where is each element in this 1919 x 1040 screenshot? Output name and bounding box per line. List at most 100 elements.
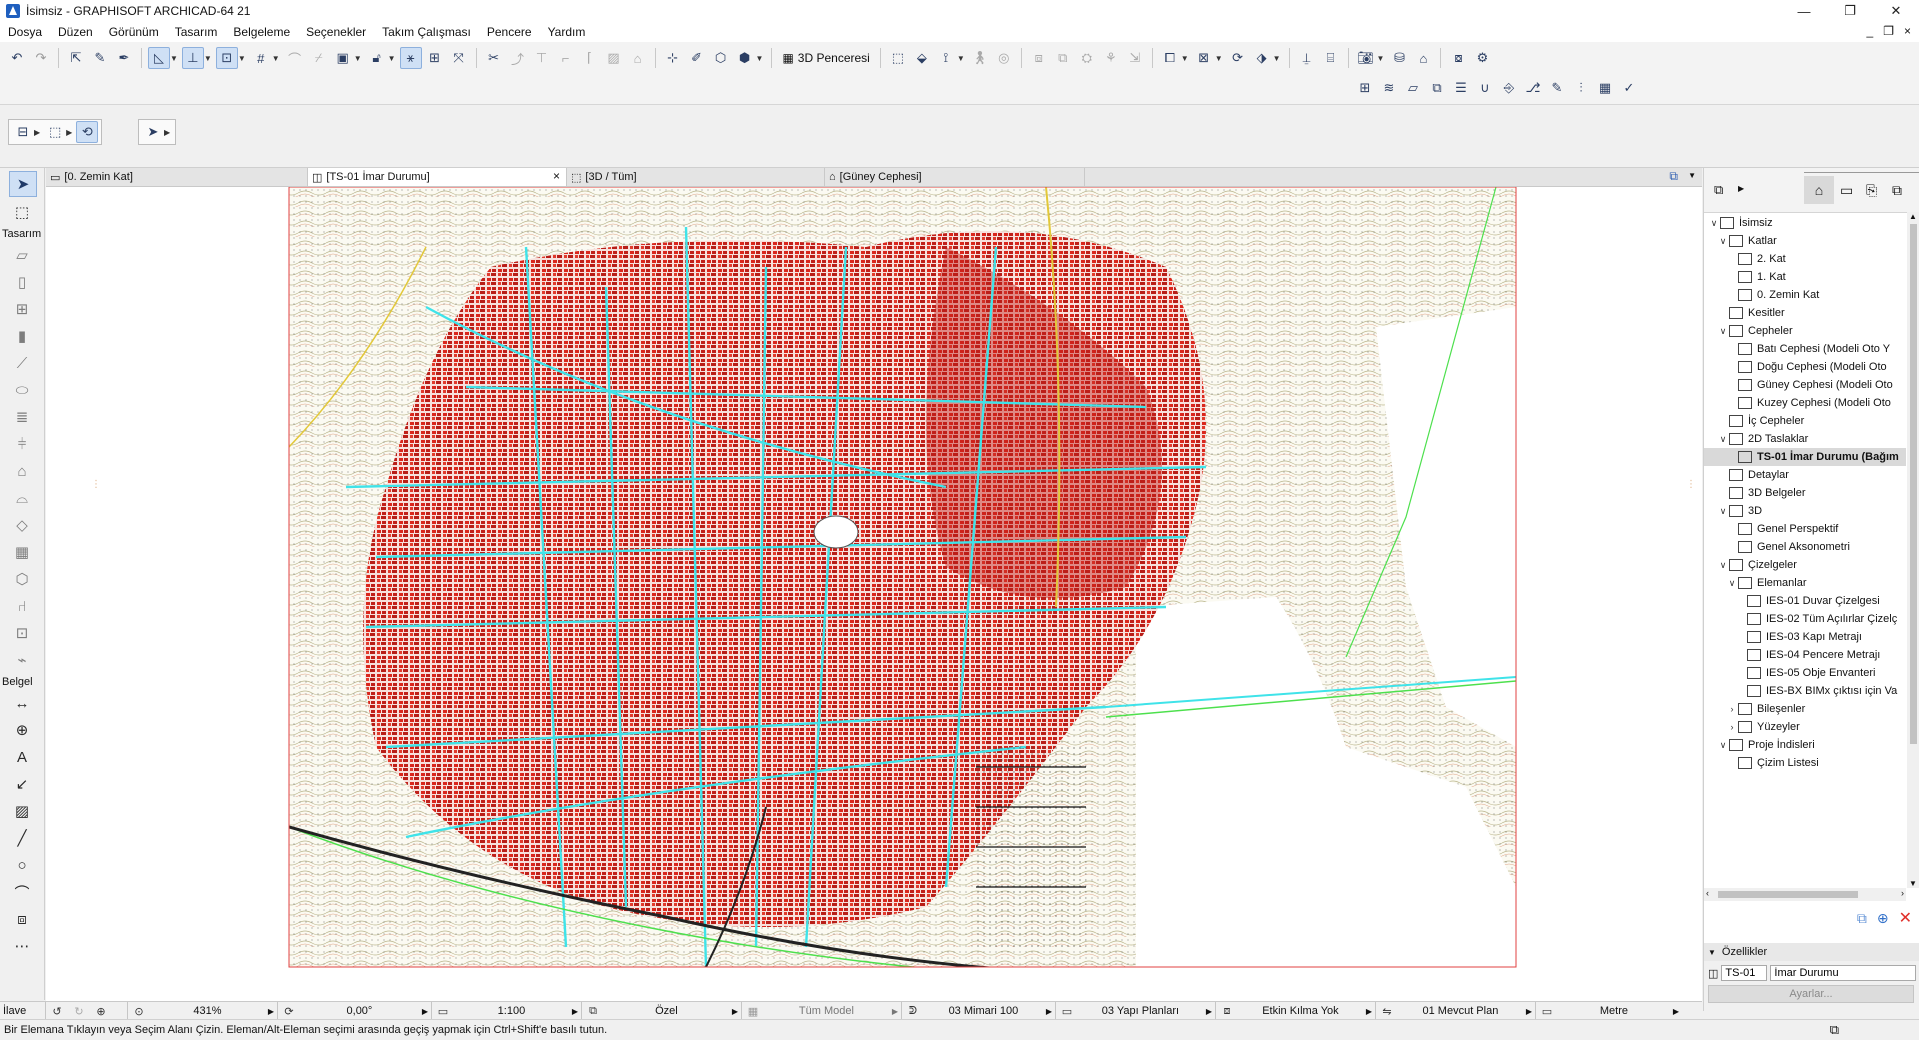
tab-close-icon[interactable]: × xyxy=(553,169,560,183)
properties-header[interactable]: ▼ Özellikler xyxy=(1704,943,1919,961)
arrow-tool-icon[interactable]: ➤ xyxy=(9,171,37,197)
perspective-icon[interactable]: ⬙ xyxy=(911,47,933,69)
delete-icon[interactable]: ✕ xyxy=(1899,908,1912,928)
undo-zoom-icon[interactable]: ↺ xyxy=(50,1005,64,1018)
syringe-icon[interactable]: ✒ xyxy=(113,47,135,69)
mode-indicator[interactable]: İlave xyxy=(0,1002,46,1020)
markers-icon[interactable]: ⚘ xyxy=(1100,47,1122,69)
grid-snap-icon[interactable]: # xyxy=(250,47,272,69)
sun-study-icon[interactable]: ⌂ xyxy=(1412,47,1434,69)
lines-icon[interactable]: ☰ xyxy=(1450,77,1472,99)
new-view-icon[interactable]: ⊕ xyxy=(1877,910,1889,927)
trim-icon[interactable]: ⤧ xyxy=(448,47,470,69)
checkmark-list-icon[interactable]: ✓ xyxy=(1618,77,1640,99)
wall-connect-icon[interactable]: ⊹ xyxy=(662,47,684,69)
layer-stack-icon[interactable]: ⧉ xyxy=(1426,77,1448,99)
menu-pencere[interactable]: Pencere xyxy=(479,25,540,39)
collapse-icon[interactable]: ▼ xyxy=(1708,948,1716,957)
scroll-down-icon[interactable]: ▼ xyxy=(1909,879,1917,888)
expand-chevron-icon[interactable]: ∨ xyxy=(1717,236,1729,247)
3d-cutaway-icon[interactable]: ⧈ xyxy=(1028,47,1050,69)
magic-wand-icon[interactable]: ⚹ xyxy=(399,47,422,69)
door-tool-icon[interactable]: ▯ xyxy=(9,270,35,294)
tab-zemin-kat[interactable]: ▭ [0. Zemin Kat] xyxy=(46,168,308,186)
navigator-item[interactable]: IES-04 Pencere Metrajı xyxy=(1704,646,1906,664)
tab-ts01-imar-durumu[interactable]: ◫ [TS-01 İmar Durumu] × xyxy=(308,168,567,186)
element-type-icon[interactable]: ⊟ xyxy=(12,121,34,143)
text-tool-icon[interactable]: A xyxy=(9,745,35,769)
navigator-item[interactable]: ∨ Elemanlar xyxy=(1704,574,1906,592)
eyedropper-icon[interactable]: ✎ xyxy=(89,47,111,69)
explode-3d-icon[interactable]: ⇲ xyxy=(1124,47,1146,69)
beam-tool-icon[interactable]: ⟋ xyxy=(9,351,35,375)
navigator-item[interactable]: IES-03 Kapı Metrajı xyxy=(1704,628,1906,646)
restore-button[interactable]: ❐ xyxy=(1827,0,1873,22)
roof-tool-icon[interactable]: ⌂ xyxy=(9,459,35,483)
layout-icon[interactable]: ⧠ xyxy=(1159,47,1181,69)
navigator-item[interactable]: 0. Zemin Kat xyxy=(1704,286,1906,304)
navigator-item[interactable]: Doğu Cephesi (Modeli Oto xyxy=(1704,358,1906,376)
section-view-icon[interactable]: ≋ xyxy=(1378,77,1400,99)
selection-set-icon[interactable]: ⊠ xyxy=(1193,47,1215,69)
expand-chevron-icon[interactable]: ∨ xyxy=(1717,434,1729,445)
3d-section-icon[interactable]: ⧉ xyxy=(1052,47,1074,69)
window-arrange-icon[interactable]: ⧉ xyxy=(1830,1022,1839,1038)
zone-tool-icon[interactable]: ⊡ xyxy=(9,621,35,645)
close-button[interactable]: ✕ xyxy=(1873,0,1919,22)
snap-guides-icon[interactable]: ⊥ xyxy=(181,47,204,69)
scroll-up-icon[interactable]: ▲ xyxy=(1909,212,1917,221)
navigator-item[interactable]: ∨ 2D Taslaklar xyxy=(1704,430,1906,448)
snap-points-icon[interactable]: ⊡ xyxy=(215,47,238,69)
view-id-field[interactable] xyxy=(1721,965,1768,981)
guide-lines-icon[interactable]: ◺ xyxy=(148,47,170,69)
navigation-icon[interactable]: ⟟ xyxy=(935,47,957,69)
line-tool-icon[interactable]: ╱ xyxy=(9,826,35,850)
object-tool-icon[interactable]: ⑁ xyxy=(9,594,35,618)
label-tool-icon[interactable]: ↙ xyxy=(9,772,35,796)
view-map-icon[interactable]: ▭ xyxy=(1840,182,1853,199)
expand-chevron-icon[interactable]: ∨ xyxy=(1717,740,1729,751)
explode-icon[interactable]: ▨ xyxy=(603,47,625,69)
roof-tool-icon[interactable]: ⌂ xyxy=(627,47,649,69)
bimx-icon[interactable]: ⧇ xyxy=(1447,47,1469,69)
navigator-vertical-scrollbar[interactable]: ▲ ▼ xyxy=(1907,212,1919,888)
graphic-override-control[interactable]: ⧈ Etkin Kılma Yok ▶ xyxy=(1216,1002,1376,1020)
navigator-item[interactable]: Genel Perspektif xyxy=(1704,520,1906,538)
filter-icon[interactable]: ⛭ xyxy=(1076,47,1098,69)
navigator-item[interactable]: IES-05 Obje Envanteri xyxy=(1704,664,1906,682)
navigator-item[interactable]: IES-BX BIMx çıktısı için Va xyxy=(1704,682,1906,700)
reserve-icon[interactable]: ⬗ xyxy=(1251,47,1273,69)
navigator-item[interactable]: Kesitler xyxy=(1704,304,1906,322)
layout-book-icon[interactable]: ⎘ xyxy=(1866,182,1877,199)
navigator-item[interactable]: İç Cepheler xyxy=(1704,412,1906,430)
more-tools-icon[interactable]: ⋯ xyxy=(9,934,35,958)
drawing-tool-icon[interactable]: ⧈ xyxy=(9,907,35,931)
mdi-minimize-button[interactable]: _ xyxy=(1867,24,1874,38)
mdi-close-button[interactable]: × xyxy=(1904,24,1911,38)
arrow-pointer-icon[interactable]: ➤ xyxy=(142,121,164,143)
expand-chevron-icon[interactable]: › xyxy=(1726,722,1738,732)
render-icon[interactable]: ⛁ xyxy=(1388,47,1410,69)
expand-chevron-icon[interactable]: ∨ xyxy=(1717,560,1729,571)
fill-tool-icon[interactable]: ▨ xyxy=(9,799,35,823)
expand-chevron-icon[interactable]: › xyxy=(1726,704,1738,714)
marquee-tool-icon[interactable]: ⬚ xyxy=(9,200,35,224)
navigator-item[interactable]: ∨ 3D xyxy=(1704,502,1906,520)
rotation-control[interactable]: ⟳ 0,00° ▶ xyxy=(278,1002,432,1020)
expand-chevron-icon[interactable]: ∨ xyxy=(1726,578,1738,589)
hatch-view-icon[interactable]: ▱ xyxy=(1402,77,1424,99)
suspend-groups-icon[interactable]: ⌿ xyxy=(308,47,330,69)
trace-icon[interactable]: ⊞ xyxy=(424,47,446,69)
mdi-restore-button[interactable]: ❐ xyxy=(1883,24,1894,38)
u-shape-icon[interactable]: ∪ xyxy=(1474,77,1496,99)
railing-tool-icon[interactable]: ⫩ xyxy=(9,432,35,456)
menu-takim-calismasi[interactable]: Takım Çalışması xyxy=(374,25,479,39)
navigator-item[interactable]: Detaylar xyxy=(1704,466,1906,484)
menu-belgeleme[interactable]: Belgeleme xyxy=(225,25,298,39)
menu-dosya[interactable]: Dosya xyxy=(0,25,50,39)
scroll-left-icon[interactable]: ‹ xyxy=(1706,888,1709,898)
navigator-item[interactable]: IES-01 Duvar Çizelgesi xyxy=(1704,592,1906,610)
3d-window-button[interactable]: ▦ 3D Penceresi xyxy=(778,47,873,69)
scroll-right-icon[interactable]: › xyxy=(1901,888,1904,898)
menu-secenekler[interactable]: Seçenekler xyxy=(298,25,374,39)
